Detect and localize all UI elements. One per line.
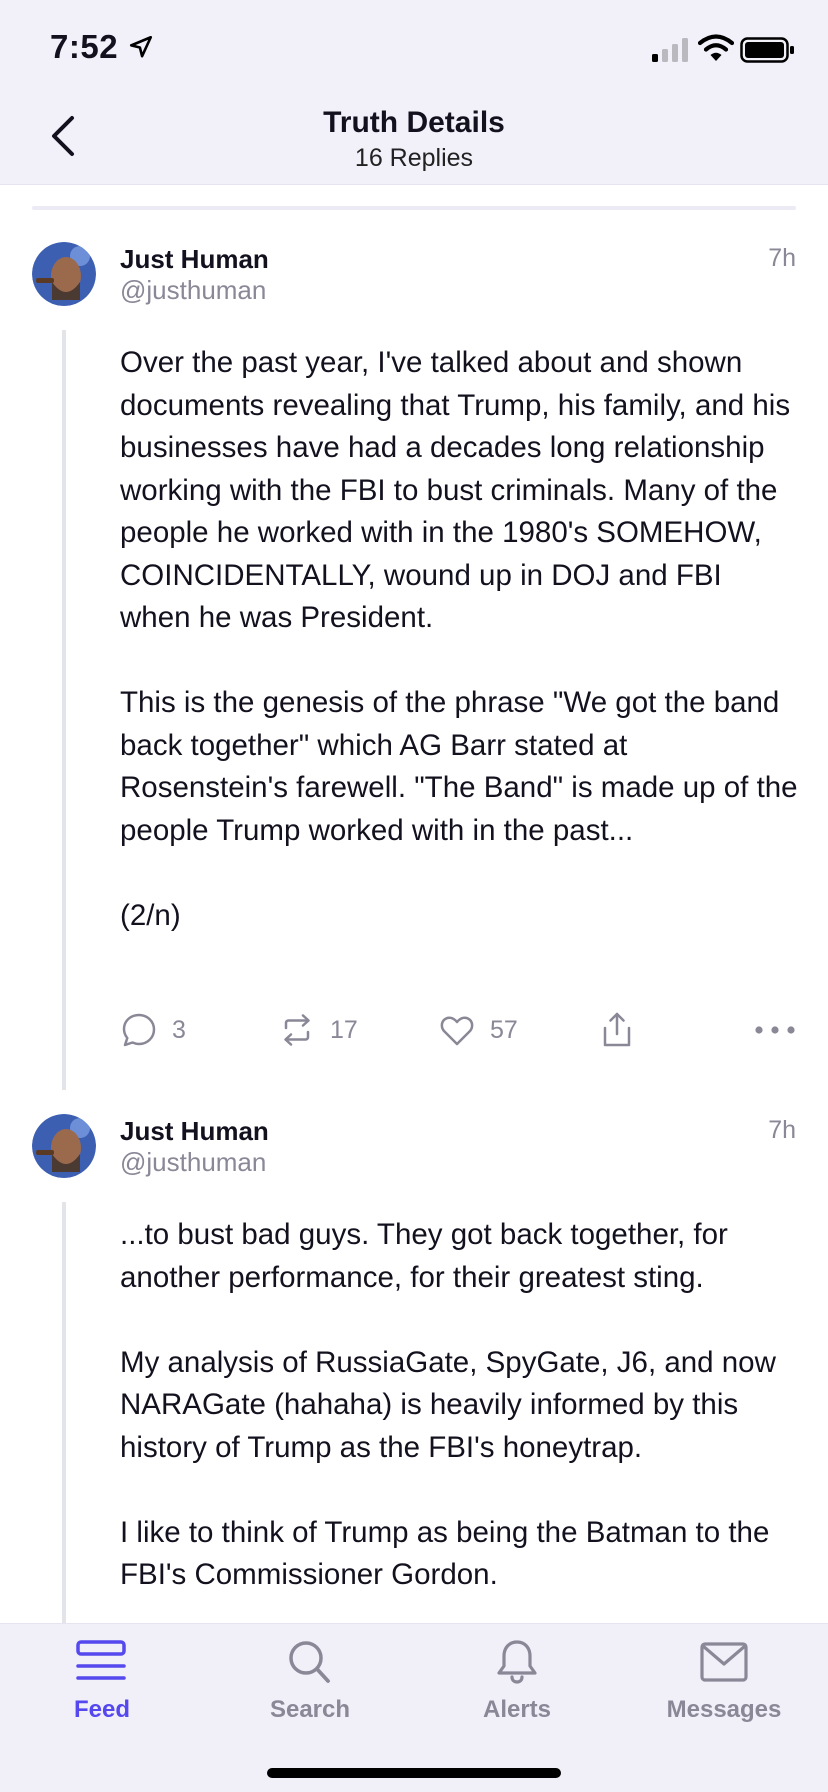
heart-icon bbox=[440, 1016, 474, 1046]
post-paragraph: This is the genesis of the phrase "We go… bbox=[120, 686, 798, 847]
like-count: 57 bbox=[490, 1015, 518, 1044]
location-arrow-icon bbox=[129, 35, 153, 58]
tab-label: Feed bbox=[73, 1696, 130, 1723]
wifi-icon bbox=[698, 34, 734, 61]
tab-label: Messages bbox=[666, 1696, 782, 1723]
post-paragraph: I like to think of Trump as being the Ba… bbox=[120, 1515, 770, 1592]
post-body: ...to bust bad guys. They got back toget… bbox=[120, 1214, 800, 1597]
search-icon bbox=[289, 1641, 330, 1683]
envelope-icon bbox=[700, 1642, 748, 1682]
more-icon bbox=[755, 1026, 795, 1034]
tab-bar: Feed Search Alerts Messages bbox=[0, 1623, 828, 1792]
author-handle[interactable]: @justhuman bbox=[120, 1147, 266, 1178]
author-name[interactable]: Just Human bbox=[120, 1116, 269, 1147]
divider bbox=[32, 206, 796, 210]
tab-messages[interactable]: Messages bbox=[644, 1638, 804, 1748]
thread-line bbox=[62, 1202, 66, 1623]
tab-search[interactable]: Search bbox=[230, 1638, 390, 1748]
tab-label: Search bbox=[269, 1696, 351, 1723]
share-icon bbox=[603, 1012, 631, 1047]
post-body: Over the past year, I've talked about an… bbox=[120, 342, 800, 937]
cellular-signal-icon bbox=[652, 38, 688, 62]
post-paragraph: ...to bust bad guys. They got back toget… bbox=[120, 1218, 728, 1294]
post-actions: 3 17 57 bbox=[120, 1008, 800, 1052]
post-paragraph: My analysis of RussiaGate, SpyGate, J6, … bbox=[120, 1345, 776, 1464]
post-time: 7h bbox=[768, 1116, 796, 1144]
author-handle[interactable]: @justhuman bbox=[120, 275, 266, 306]
status-time: 7:52 bbox=[50, 28, 119, 65]
tab-label: Alerts bbox=[482, 1696, 552, 1723]
header: Truth Details 16 Replies bbox=[0, 90, 828, 185]
battery-icon bbox=[740, 37, 794, 63]
tab-feed[interactable]: Feed bbox=[22, 1638, 182, 1748]
comment-icon bbox=[122, 1013, 156, 1047]
author-name[interactable]: Just Human bbox=[120, 244, 269, 275]
avatar[interactable] bbox=[32, 242, 96, 306]
thread-line bbox=[62, 330, 66, 1090]
share-button[interactable] bbox=[598, 1008, 636, 1052]
post-paragraph: (2/n) bbox=[120, 898, 181, 932]
more-button[interactable] bbox=[754, 1008, 796, 1052]
status-bar: 7:52 bbox=[0, 0, 828, 90]
reply-count: 16 Replies bbox=[354, 144, 474, 172]
retruth-button[interactable]: 17 bbox=[278, 1008, 358, 1052]
reply-button[interactable]: 3 bbox=[120, 1008, 186, 1052]
tab-alerts[interactable]: Alerts bbox=[437, 1638, 597, 1748]
retruth-icon bbox=[284, 1014, 310, 1046]
like-button[interactable]: 57 bbox=[438, 1008, 518, 1052]
page-title: Truth Details bbox=[323, 106, 505, 139]
bell-icon bbox=[497, 1640, 537, 1684]
post-paragraph: Over the past year, I've talked about an… bbox=[120, 346, 791, 634]
avatar[interactable] bbox=[32, 1114, 96, 1178]
home-indicator[interactable] bbox=[267, 1768, 561, 1778]
reply-count: 3 bbox=[172, 1015, 186, 1044]
post-time: 7h bbox=[768, 244, 796, 272]
retruth-count: 17 bbox=[330, 1015, 358, 1044]
feed-icon bbox=[76, 1640, 126, 1680]
